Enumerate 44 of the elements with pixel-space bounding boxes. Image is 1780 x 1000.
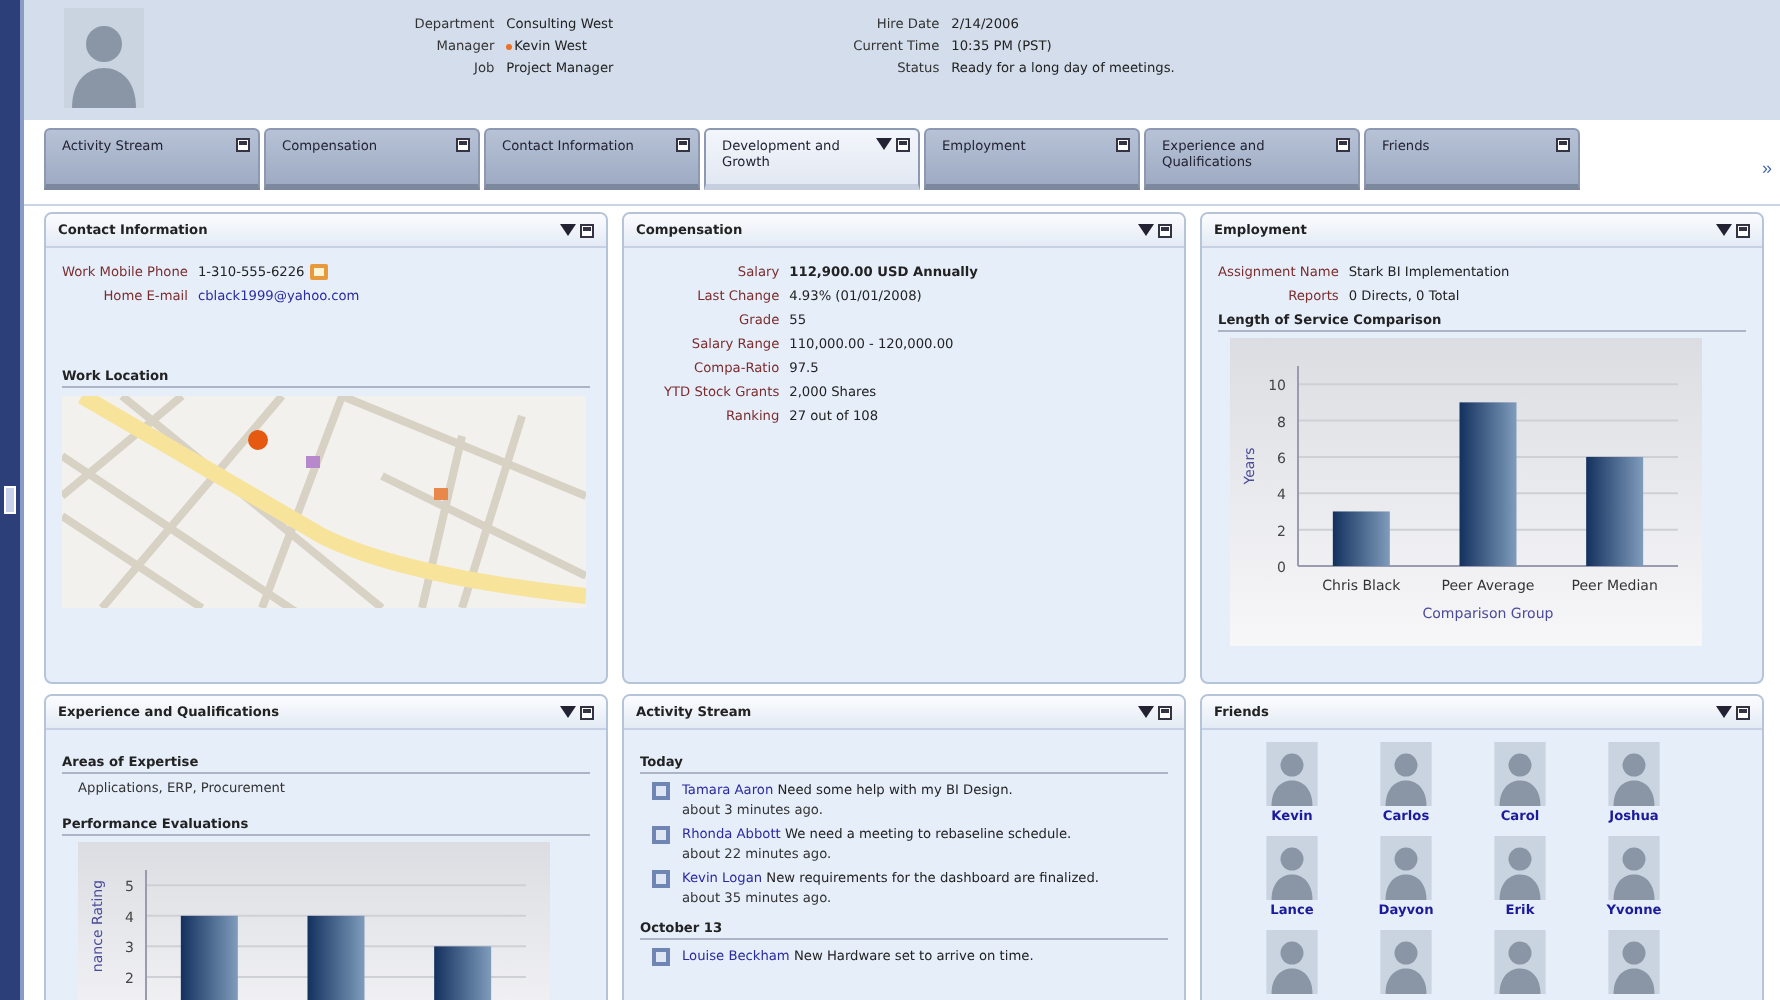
avatar-silhouette xyxy=(1380,836,1432,900)
collapse-arrow-icon[interactable] xyxy=(1138,223,1154,235)
avatar-silhouette xyxy=(1608,930,1660,994)
message-icon[interactable] xyxy=(652,870,670,888)
avatar-silhouette xyxy=(1380,930,1432,994)
bar xyxy=(180,915,238,1000)
y-axis xyxy=(145,869,147,1000)
avatar-silhouette xyxy=(1608,836,1660,900)
restore-icon[interactable] xyxy=(1336,138,1350,152)
restore-icon[interactable] xyxy=(1158,223,1172,237)
bar xyxy=(307,915,365,1000)
restore-icon[interactable] xyxy=(580,705,594,719)
bar xyxy=(434,946,492,1000)
message-icon[interactable] xyxy=(652,948,670,966)
avatar-silhouette xyxy=(1494,742,1546,806)
restore-icon[interactable] xyxy=(1556,138,1570,152)
collapse-arrow-icon[interactable] xyxy=(1716,705,1732,717)
message-icon[interactable] xyxy=(652,826,670,844)
restore-icon[interactable] xyxy=(1736,705,1750,719)
message-icon[interactable] xyxy=(652,782,670,800)
avatar-silhouette xyxy=(1380,742,1432,806)
restore-icon[interactable] xyxy=(456,138,470,152)
avatar-silhouette xyxy=(1266,930,1318,994)
collapse-arrow-icon[interactable] xyxy=(1716,223,1732,235)
restore-icon[interactable] xyxy=(1116,138,1130,152)
collapse-arrow-icon[interactable] xyxy=(560,705,576,717)
bar xyxy=(1332,511,1390,566)
more-tabs-button[interactable]: » xyxy=(1749,156,1780,180)
restore-icon[interactable] xyxy=(896,138,910,152)
avatar-silhouette xyxy=(1266,836,1318,900)
restore-icon[interactable] xyxy=(580,223,594,237)
restore-icon[interactable] xyxy=(236,138,250,152)
collapse-arrow-icon[interactable] xyxy=(1138,705,1154,717)
bar xyxy=(1586,456,1644,566)
avatar-silhouette xyxy=(1608,742,1660,806)
avatar-silhouette xyxy=(1494,836,1546,900)
collapse-arrow-icon[interactable] xyxy=(560,223,576,235)
avatar-silhouette xyxy=(1266,742,1318,806)
restore-icon[interactable] xyxy=(1736,223,1750,237)
collapse-arrow-icon[interactable] xyxy=(876,138,892,150)
avatar-silhouette xyxy=(1494,930,1546,994)
restore-icon[interactable] xyxy=(1158,705,1172,719)
restore-icon[interactable] xyxy=(676,138,690,152)
splitter-handle[interactable] xyxy=(4,486,16,514)
